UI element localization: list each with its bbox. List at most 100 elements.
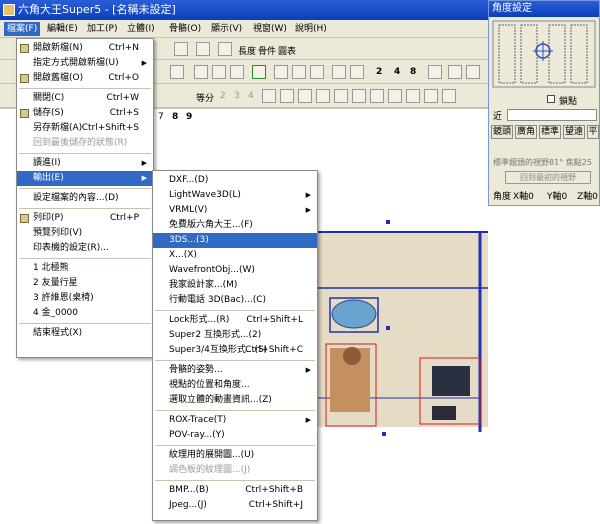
lens-button-standard[interactable]: 標準 [539,125,561,139]
menu-bone[interactable]: 骨骼(O) [166,22,204,36]
tool-icon[interactable] [310,65,324,79]
export_menu-item[interactable]: X...(X) [153,248,317,263]
export_menu-item[interactable]: Super2 互換形式...(2) [153,328,317,343]
tool-icon[interactable] [370,89,384,103]
file_menu-item[interactable]: 關閉(C) Ctrl+W [17,91,153,106]
file_menu-item[interactable]: 預覽列印(V) [17,226,153,241]
export_menu-item[interactable]: LightWave3D(L) ▶ [153,188,317,203]
export_menu-item[interactable]: BMP...(B) Ctrl+Shift+B [153,483,317,498]
submenu-arrow-icon: ▶ [305,366,311,374]
tool-icon[interactable] [218,42,232,56]
tool-icon[interactable] [466,65,480,79]
file_menu-item[interactable]: 另存新檔(A) Ctrl+Shift+S [17,121,153,136]
export_menu-item[interactable]: Jpeg...(J) Ctrl+Shift+J [153,498,317,513]
menu-window[interactable]: 視窗(W) [250,22,290,36]
file_menu-item[interactable]: 輸出(E) ▶ [17,171,153,186]
tool-num-8b[interactable]: 8 [172,112,178,122]
tool-icon[interactable] [332,65,346,79]
tool-icon[interactable] [196,42,210,56]
export_menu-item[interactable]: 視點的位置和角度... [153,378,317,393]
file_menu-item[interactable]: 讀進(I) ▶ [17,156,153,171]
export_menu-item[interactable]: Lock形式...(R) Ctrl+Shift+L [153,313,317,328]
file_menu-item[interactable]: 結束程式(X) [17,326,153,341]
file_menu-item[interactable]: 3 許維恩(桌椅) [17,291,153,306]
file_menu-item[interactable]: 印表機的設定(R)... [17,241,153,256]
export_menu-item-label: Lock形式...(R) [169,315,230,325]
file_menu-item[interactable]: 2 友量行星 [17,276,153,291]
tool-div-2[interactable]: 2 [220,91,226,101]
lens-button-flat[interactable]: 平 [587,125,599,139]
lock-checkbox[interactable] [547,95,555,103]
tool-div-4[interactable]: 4 [248,91,254,101]
tool-icon[interactable] [388,89,402,103]
tool-icon[interactable] [352,89,366,103]
tool-icon[interactable] [174,42,188,56]
reset-view-button[interactable]: 回到最初的視野 [505,171,591,184]
tool-num-7[interactable]: 7 [158,112,164,122]
menu-edit[interactable]: 編輯(E) [44,22,81,36]
tool-num-8[interactable]: 8 [410,67,416,77]
tool-icon[interactable] [194,65,208,79]
file_menu-item[interactable]: 回到最後儲存的狀態(R) [17,136,153,151]
tool-icon[interactable] [274,65,288,79]
export_menu-item[interactable]: 我家設計家...(M) [153,278,317,293]
export_menu-item[interactable]: POV-ray...(Y) [153,428,317,443]
menu-file[interactable]: 檔案(F) [4,22,41,36]
tool-icon[interactable] [252,65,266,79]
tool-icon[interactable] [428,65,442,79]
export_menu-item[interactable]: 骨骼的姿勢... ▶ [153,363,317,378]
export_menu-item[interactable]: WavefrontObj...(W) [153,263,317,278]
tool-icon[interactable] [230,65,244,79]
menu-solid[interactable]: 立體(I) [124,22,158,36]
file_menu-item[interactable]: 設定檔案的內容...(D) [17,191,153,206]
lens-button[interactable]: 鏡頭 [491,125,513,139]
export_menu-item[interactable]: Super3/4互換形式...(S) Ctrl+Shift+C [153,343,317,358]
tool-icon[interactable] [316,89,330,103]
file_menu-item[interactable]: 列印(P) Ctrl+P [17,211,153,226]
export_menu-item[interactable]: 紋理用的展開圖...(U) [153,448,317,463]
file_menu-item[interactable]: 開啟舊檔(O) Ctrl+O [17,71,153,86]
tool-icon[interactable] [424,89,438,103]
tool-icon[interactable] [280,89,294,103]
export_menu-item[interactable]: 3DS...(3) [153,233,317,248]
tool-icon[interactable] [170,65,184,79]
tool-icon[interactable] [442,89,456,103]
tool-num-4[interactable]: 4 [394,67,400,77]
menu-process[interactable]: 加工(P) [84,22,120,36]
tool-icon[interactable] [292,65,306,79]
tool-div-3[interactable]: 3 [234,91,240,101]
file_menu-item[interactable]: 1 北極熊 [17,261,153,276]
file_menu-item[interactable]: 4 金_0000 [17,306,153,321]
tool-icon[interactable] [350,65,364,79]
file_menu-item[interactable]: 儲存(S) Ctrl+S [17,106,153,121]
export_menu-item-label: Super2 互換形式...(2) [169,330,262,340]
tool-icon[interactable] [448,65,462,79]
tool-num-2[interactable]: 2 [376,67,382,77]
tool-icon[interactable] [406,89,420,103]
export_menu-item[interactable]: DXF...(D) [153,173,317,188]
export_menu-item[interactable]: ROX-Trace(T) ▶ [153,413,317,428]
tool-icon[interactable] [212,65,226,79]
export_menu-item[interactable]: 免費版六角大王...(F) [153,218,317,233]
lens-button-wide[interactable]: 廣角 [515,125,537,139]
angle-settings-panel: 角度設定 鎖點 近 鏡頭 廣角 標準 望遠 平 標準鏡頭的視野81° 焦點25 … [488,0,600,206]
lens-button-tele[interactable]: 望遠 [563,125,585,139]
menu-view[interactable]: 顯示(V) [208,22,245,36]
export_menu-item[interactable]: 選取立體的動畫資訊...(Z) [153,393,317,408]
menu-help[interactable]: 說明(H) [292,22,330,36]
view-cube[interactable] [489,17,599,91]
app-icon [3,4,15,16]
zoom-slider[interactable] [507,109,597,121]
tool-num-9[interactable]: 9 [186,112,192,122]
tool-bone-part[interactable]: 骨件 [258,44,276,57]
tool-icon[interactable] [334,89,348,103]
tool-icon[interactable] [262,89,276,103]
export_menu-item[interactable]: 調色板的紋理圖...(J) [153,463,317,478]
tool-length[interactable]: 長度 [238,44,256,57]
export_menu-item[interactable]: VRML(V) ▶ [153,203,317,218]
file_menu-item[interactable]: 開啟新檔(N) Ctrl+N [17,41,153,56]
tool-circle-table[interactable]: 圓表 [278,44,296,57]
export_menu-item[interactable]: 行動電話 3D(Bac)...(C) [153,293,317,308]
tool-icon[interactable] [298,89,312,103]
file_menu-item[interactable]: 指定方式開啟新檔(U) ▶ [17,56,153,71]
